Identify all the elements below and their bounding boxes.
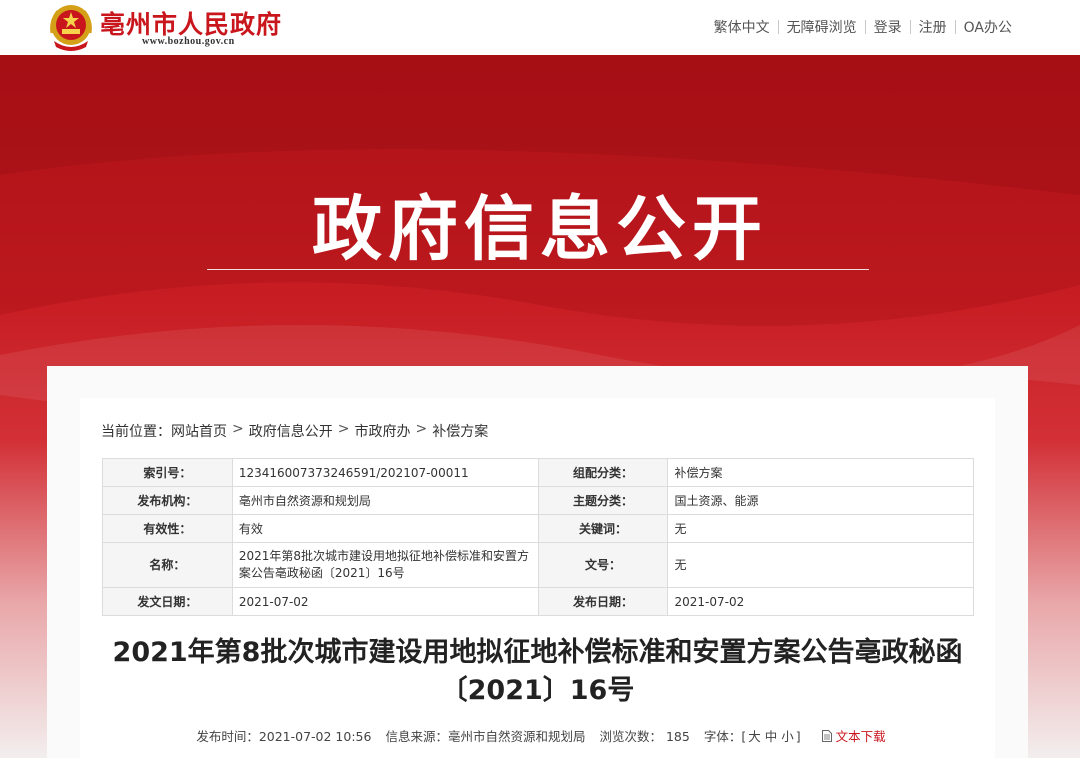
font-large-button[interactable]: 大: [746, 729, 763, 744]
breadcrumb-compensation[interactable]: 补偿方案: [432, 421, 488, 441]
view-count-value: 185: [665, 729, 690, 744]
category-value: 补偿方案: [667, 458, 974, 487]
docno-label: 文号：: [537, 542, 669, 588]
document-icon: [821, 729, 832, 742]
font-small-button[interactable]: 小: [779, 729, 796, 744]
link-accessibility[interactable]: 无障碍浏览: [779, 17, 865, 37]
document-metadata-table: 索引号： 123416007373246591/202107-00011 组配分…: [102, 458, 974, 616]
article-title: 2021年第8批次城市建设用地拟征地补偿标准和安置方案公告亳政秘函〔2021〕1…: [112, 637, 963, 706]
view-count-label: 浏览次数：: [599, 729, 662, 744]
link-register[interactable]: 注册: [911, 17, 955, 37]
issue-date-label: 发文日期：: [102, 587, 233, 616]
breadcrumb: 当前位置： 网站首页 > 政府信息公开 > 市政府办 > 补偿方案: [101, 421, 488, 441]
link-oa-office[interactable]: OA办公: [956, 17, 1020, 37]
table-row: 发布机构： 亳州市自然资源和规划局 主题分类： 国土资源、能源: [102, 486, 974, 515]
index-value: 123416007373246591/202107-00011: [231, 458, 539, 487]
publish-date-label: 发布日期：: [537, 587, 669, 616]
category-label: 组配分类：: [537, 458, 669, 487]
topic-label: 主题分类：: [537, 486, 669, 515]
breadcrumb-prefix: 当前位置：: [101, 424, 171, 440]
breadcrumb-arrow: >: [415, 421, 428, 437]
breadcrumb-city-office[interactable]: 市政府办: [354, 421, 410, 441]
font-size-bracket: ]: [795, 729, 801, 744]
view-count: 浏览次数： 185: [599, 726, 689, 745]
text-download-link[interactable]: 文本下载: [821, 726, 886, 745]
link-login[interactable]: 登录: [866, 17, 910, 37]
font-size-selector: 字体：[大中小]: [704, 726, 801, 745]
breadcrumb-gov-info[interactable]: 政府信息公开: [249, 421, 333, 441]
keywords-value: 无: [667, 514, 974, 543]
keywords-label: 关键词：: [537, 514, 669, 543]
validity-value: 有效: [231, 514, 539, 543]
name-value: 2021年第8批次城市建设用地拟征地补偿标准和安置方案公告亳政秘函〔2021〕1…: [231, 542, 539, 588]
info-source: 信息来源：亳州市自然资源和规划局: [385, 729, 586, 744]
table-row: 名称： 2021年第8批次城市建设用地拟征地补偿标准和安置方案公告亳政秘函〔20…: [102, 542, 974, 588]
text-download-label[interactable]: 文本下载: [836, 726, 886, 745]
national-emblem-icon[interactable]: [48, 3, 94, 51]
topic-value: 国土资源、能源: [667, 486, 974, 515]
issue-date-value: 2021-07-02: [231, 587, 539, 616]
table-row: 有效性： 有效 关键词： 无: [102, 514, 974, 543]
publisher-label: 发布机构：: [102, 486, 233, 515]
link-traditional-chinese[interactable]: 繁体中文: [706, 17, 778, 37]
site-url: www.bozhou.gov.cn: [142, 36, 235, 47]
publisher-value: 亳州市自然资源和规划局: [231, 486, 539, 515]
font-medium-button[interactable]: 中: [763, 729, 780, 744]
banner-title: 政府信息公开: [312, 188, 768, 270]
publish-date-value: 2021-07-02: [667, 587, 974, 616]
name-label: 名称：: [102, 542, 233, 588]
breadcrumb-arrow: >: [337, 421, 350, 437]
top-links: 繁体中文 无障碍浏览 登录 注册 OA办公: [706, 17, 1020, 37]
index-label: 索引号：: [102, 458, 233, 487]
top-header: 亳州市人民政府 www.bozhou.gov.cn 繁体中文 无障碍浏览 登录 …: [0, 0, 1080, 55]
table-row: 索引号： 123416007373246591/202107-00011 组配分…: [102, 458, 974, 487]
publish-time: 发布时间：2021-07-02 10:56: [196, 729, 372, 744]
table-row: 发文日期： 2021-07-02 发布日期： 2021-07-02: [102, 587, 974, 616]
article-info-bar: 发布时间：2021-07-02 10:56 信息来源：亳州市自然资源和规划局 浏…: [100, 726, 975, 745]
breadcrumb-home[interactable]: 网站首页: [171, 421, 227, 441]
docno-value: 无: [667, 542, 974, 588]
breadcrumb-arrow: >: [232, 421, 244, 437]
validity-label: 有效性：: [102, 514, 233, 543]
banner-divider: [207, 269, 869, 270]
font-size-label: 字体：[: [703, 729, 747, 744]
